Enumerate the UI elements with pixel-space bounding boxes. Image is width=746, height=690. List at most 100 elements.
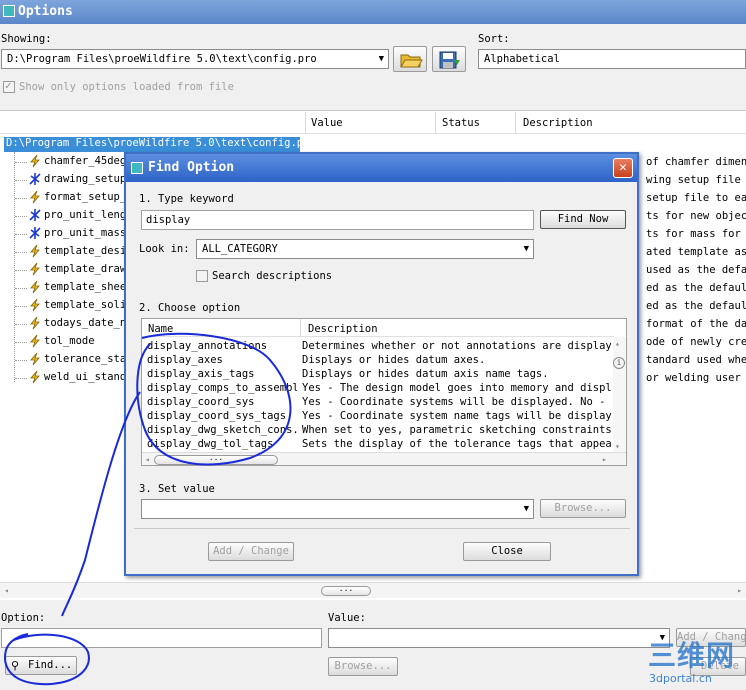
dialog-separator [134, 528, 630, 529]
tree-row[interactable]: template_shee [28, 280, 126, 298]
result-name[interactable]: display_axis_tags [147, 368, 297, 382]
show-only-label: Show only options loaded from file [19, 81, 234, 93]
tree-row-description: ed as the default [646, 282, 746, 294]
app-icon [3, 5, 15, 17]
col-name[interactable]: Name [148, 323, 173, 335]
star-icon [28, 172, 42, 186]
result-name[interactable]: display_axes [147, 354, 297, 368]
col-desc[interactable]: Description [308, 323, 378, 335]
lightning-icon [28, 334, 42, 348]
tree-row[interactable]: format_setup_ [28, 190, 126, 208]
tree-row-description: format of the dat [646, 318, 746, 330]
chevron-down-icon: ▼ [523, 504, 529, 514]
dialog-close-button[interactable]: Close [463, 542, 551, 561]
search-descriptions-checkbox[interactable] [196, 270, 208, 282]
tree-row-label: template_shee [44, 281, 127, 293]
result-description[interactable]: Displays or hides datum axis name tags. [302, 368, 612, 382]
dialog-browse-button[interactable]: Browse... [540, 499, 626, 518]
tree-root[interactable]: D:\Program Files\proeWildfire 5.0\text\c… [4, 137, 300, 152]
save-icon [439, 51, 460, 69]
result-description[interactable]: When set to yes, parametric sketching co… [302, 424, 612, 438]
tree-row[interactable]: drawing_setup_ [28, 172, 133, 190]
dialog-add-change-button[interactable]: Add / Change [208, 542, 294, 561]
value-dropdown[interactable]: ▼ [328, 628, 670, 648]
scroll-thumb[interactable]: ··· [321, 586, 371, 596]
save-button[interactable] [432, 46, 466, 72]
sort-dropdown[interactable]: Alphabetical [478, 49, 746, 69]
lightning-icon [28, 154, 42, 168]
tree-row-description: used as the defaul [646, 264, 746, 276]
results-vertical-scrollbar[interactable]: ▴ i ▾ [613, 337, 626, 453]
lightning-icon [28, 280, 42, 294]
result-name[interactable]: display_dwg_sketch_cons... [147, 424, 297, 438]
showing-label: Showing: [1, 33, 52, 45]
tree-row[interactable]: tol_mode [28, 334, 95, 352]
tree-branch-line [15, 324, 27, 325]
tree-row-label: todays_date_n [44, 317, 127, 329]
result-description[interactable]: Yes - Coordinate system name tags will b… [302, 410, 612, 424]
tree-row[interactable]: todays_date_n [28, 316, 126, 334]
result-name[interactable]: display_annotations [147, 340, 297, 354]
col-status[interactable]: Status [442, 117, 480, 129]
look-in-dropdown[interactable]: ALL_CATEGORY ▼ [196, 239, 534, 259]
result-name[interactable]: display_dwg_tol_tags [147, 438, 297, 452]
result-description[interactable]: Determines whether or not annotations ar… [302, 340, 612, 354]
watermark-logo: 三维网 3dportal.cn [648, 634, 744, 688]
tree-branch-line [15, 360, 27, 361]
checkmark-icon: ✓ [5, 79, 12, 92]
keyword-input[interactable]: display [141, 210, 534, 230]
results-horizontal-scrollbar[interactable]: ◂ ··· ▸ [142, 452, 626, 465]
lightning-icon [28, 352, 42, 366]
star-icon [28, 226, 42, 240]
tree-row[interactable]: chamfer_45deg [28, 154, 126, 172]
tree-branch-line [15, 252, 27, 253]
result-name[interactable]: display_coord_sys [147, 396, 297, 410]
option-label: Option: [1, 612, 46, 624]
results-scroll-thumb[interactable]: ··· [154, 455, 278, 465]
tree-row[interactable]: pro_unit_leng [28, 208, 126, 226]
main-horizontal-scrollbar[interactable]: ◂ ··· ▸ [0, 582, 746, 598]
find-now-button[interactable]: Find Now [540, 210, 626, 229]
results-list[interactable]: Name Description display_annotations Dete… [141, 318, 627, 466]
set-value-dropdown[interactable]: ▼ [141, 499, 534, 519]
lightning-icon [28, 262, 42, 276]
open-folder-button[interactable] [393, 46, 427, 72]
browse-button[interactable]: Browse... [328, 657, 398, 676]
tree-row[interactable]: weld_ui_stand [28, 370, 126, 388]
tree-row[interactable]: template_soli [28, 298, 126, 316]
tree-row[interactable]: pro_unit_mass [28, 226, 126, 244]
result-description[interactable]: Yes - The design model goes into memory … [302, 382, 612, 396]
show-only-checkbox[interactable]: ✓ [3, 79, 15, 93]
tree-row-description: ode of newly creat [646, 336, 746, 348]
showing-value: D:\Program Files\proeWildfire 5.0\text\c… [7, 53, 317, 65]
result-description[interactable]: Displays or hides datum axes. [302, 354, 612, 368]
tree-row-description: tandard used when [646, 354, 746, 366]
open-folder-icon [400, 54, 423, 68]
look-in-label: Look in: [139, 243, 190, 255]
sort-label: Sort: [478, 33, 510, 45]
col-description[interactable]: Description [523, 117, 593, 129]
dialog-title: Find Option [148, 160, 235, 175]
tree-row[interactable]: tolerance_sta [28, 352, 126, 370]
tree-branch-line [15, 198, 27, 199]
result-name[interactable]: display_coord_sys_tags [147, 410, 297, 424]
tree-row[interactable]: template_desi [28, 244, 126, 262]
showing-dropdown[interactable]: D:\Program Files\proeWildfire 5.0\text\c… [1, 49, 389, 69]
tree-row-label: template_draw [44, 263, 127, 275]
search-descriptions-label: Search descriptions [212, 270, 333, 282]
tree-branch-line [15, 162, 27, 163]
result-description[interactable]: Yes - Coordinate systems will be display… [302, 396, 612, 410]
dialog-titlebar: Find Option ✕ [126, 154, 637, 182]
close-icon[interactable]: ✕ [613, 158, 633, 178]
tree-branch-line [15, 270, 27, 271]
tree-row[interactable]: template_draw [28, 262, 126, 280]
magnifier-icon: ⚲ [11, 659, 20, 672]
result-description[interactable]: Sets the display of the tolerance tags t… [302, 438, 612, 452]
option-input[interactable] [1, 628, 322, 648]
col-value[interactable]: Value [311, 117, 343, 129]
keyword-value: display [146, 214, 191, 226]
result-name[interactable]: display_comps_to_assemble [147, 382, 297, 396]
find-button[interactable]: ⚲ Find... [5, 656, 77, 675]
tree-branch-line [15, 180, 27, 181]
watermark-cn: 三维网 [648, 639, 736, 672]
